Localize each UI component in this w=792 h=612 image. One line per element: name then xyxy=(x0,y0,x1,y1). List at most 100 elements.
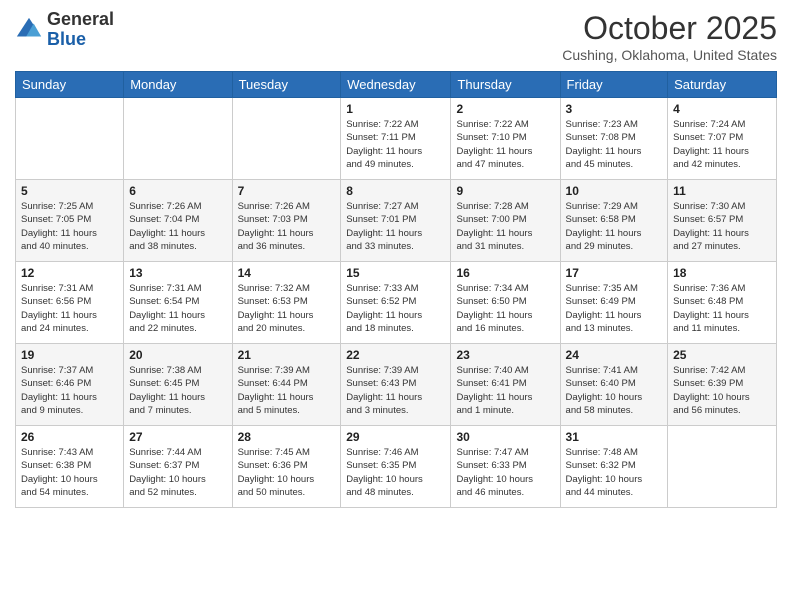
calendar-cell: 31 Sunrise: 7:48 AM Sunset: 6:32 PM Dayli… xyxy=(560,426,668,508)
day-number: 25 xyxy=(673,348,771,362)
day-number: 14 xyxy=(238,266,336,280)
calendar-cell: 8Sunrise: 7:27 AM Sunset: 7:01 PM Daylig… xyxy=(341,180,451,262)
calendar-week-2: 5 Sunrise: 7:25 AM Sunset: 7:05 PM Daylig… xyxy=(16,180,777,262)
day-info: Sunrise: 7:42 AM Sunset: 6:39 PM Dayligh… xyxy=(673,364,771,417)
calendar-cell: 9 Sunrise: 7:28 AM Sunset: 7:00 PM Daylig… xyxy=(451,180,560,262)
calendar-cell: 21Sunrise: 7:39 AM Sunset: 6:44 PM Dayli… xyxy=(232,344,341,426)
day-number: 9 xyxy=(456,184,554,198)
calendar-cell: 27 Sunrise: 7:44 AM Sunset: 6:37 PM Dayli… xyxy=(124,426,232,508)
logo: General Blue xyxy=(15,10,114,50)
calendar-header-row: SundayMondayTuesdayWednesdayThursdayFrid… xyxy=(16,72,777,98)
calendar-header-tuesday: Tuesday xyxy=(232,72,341,98)
day-number: 18 xyxy=(673,266,771,280)
day-info: Sunrise: 7:39 AM Sunset: 6:44 PM Dayligh… xyxy=(238,364,336,417)
calendar-cell: 1 Sunrise: 7:22 AM Sunset: 7:11 PM Daylig… xyxy=(341,98,451,180)
calendar-cell xyxy=(124,98,232,180)
calendar-cell xyxy=(16,98,124,180)
calendar-cell: 25 Sunrise: 7:42 AM Sunset: 6:39 PM Dayli… xyxy=(668,344,777,426)
day-number: 19 xyxy=(21,348,118,362)
day-info: Sunrise: 7:41 AM Sunset: 6:40 PM Dayligh… xyxy=(566,364,663,417)
day-number: 17 xyxy=(566,266,663,280)
day-info: Sunrise: 7:40 AM Sunset: 6:41 PM Dayligh… xyxy=(456,364,554,417)
day-number: 2 xyxy=(456,102,554,116)
calendar-cell: 6Sunrise: 7:26 AM Sunset: 7:04 PM Daylig… xyxy=(124,180,232,262)
day-info: Sunrise: 7:45 AM Sunset: 6:36 PM Dayligh… xyxy=(238,446,336,499)
calendar-header-friday: Friday xyxy=(560,72,668,98)
calendar-cell xyxy=(668,426,777,508)
day-info: Sunrise: 7:23 AM Sunset: 7:08 PM Dayligh… xyxy=(566,118,663,171)
title-block: October 2025 Cushing, Oklahoma, United S… xyxy=(562,10,777,63)
calendar-header-saturday: Saturday xyxy=(668,72,777,98)
logo-blue-text: Blue xyxy=(47,29,86,49)
day-info: Sunrise: 7:26 AM Sunset: 7:03 PM Dayligh… xyxy=(238,200,336,253)
day-info: Sunrise: 7:31 AM Sunset: 6:54 PM Dayligh… xyxy=(129,282,226,335)
calendar-cell: 18 Sunrise: 7:36 AM Sunset: 6:48 PM Dayli… xyxy=(668,262,777,344)
day-number: 1 xyxy=(346,102,445,116)
day-info: Sunrise: 7:22 AM Sunset: 7:10 PM Dayligh… xyxy=(456,118,554,171)
calendar-cell xyxy=(232,98,341,180)
calendar-header-thursday: Thursday xyxy=(451,72,560,98)
day-info: Sunrise: 7:31 AM Sunset: 6:56 PM Dayligh… xyxy=(21,282,118,335)
calendar-week-3: 12 Sunrise: 7:31 AM Sunset: 6:56 PM Dayli… xyxy=(16,262,777,344)
day-info: Sunrise: 7:24 AM Sunset: 7:07 PM Dayligh… xyxy=(673,118,771,171)
calendar-week-4: 19Sunrise: 7:37 AM Sunset: 6:46 PM Dayli… xyxy=(16,344,777,426)
day-number: 26 xyxy=(21,430,118,444)
calendar-cell: 29Sunrise: 7:46 AM Sunset: 6:35 PM Dayli… xyxy=(341,426,451,508)
day-info: Sunrise: 7:22 AM Sunset: 7:11 PM Dayligh… xyxy=(346,118,445,171)
page: General Blue October 2025 Cushing, Oklah… xyxy=(0,0,792,612)
calendar-header-wednesday: Wednesday xyxy=(341,72,451,98)
day-number: 31 xyxy=(566,430,663,444)
calendar-cell: 10 Sunrise: 7:29 AM Sunset: 6:58 PM Dayli… xyxy=(560,180,668,262)
calendar-cell: 16Sunrise: 7:34 AM Sunset: 6:50 PM Dayli… xyxy=(451,262,560,344)
day-number: 28 xyxy=(238,430,336,444)
logo-text: General Blue xyxy=(47,10,114,50)
day-number: 20 xyxy=(129,348,226,362)
day-info: Sunrise: 7:25 AM Sunset: 7:05 PM Dayligh… xyxy=(21,200,118,253)
calendar-cell: 13 Sunrise: 7:31 AM Sunset: 6:54 PM Dayli… xyxy=(124,262,232,344)
calendar-cell: 28 Sunrise: 7:45 AM Sunset: 6:36 PM Dayli… xyxy=(232,426,341,508)
day-number: 5 xyxy=(21,184,118,198)
day-info: Sunrise: 7:36 AM Sunset: 6:48 PM Dayligh… xyxy=(673,282,771,335)
day-number: 16 xyxy=(456,266,554,280)
calendar-cell: 11 Sunrise: 7:30 AM Sunset: 6:57 PM Dayli… xyxy=(668,180,777,262)
day-info: Sunrise: 7:30 AM Sunset: 6:57 PM Dayligh… xyxy=(673,200,771,253)
day-info: Sunrise: 7:39 AM Sunset: 6:43 PM Dayligh… xyxy=(346,364,445,417)
day-number: 13 xyxy=(129,266,226,280)
calendar-cell: 5 Sunrise: 7:25 AM Sunset: 7:05 PM Daylig… xyxy=(16,180,124,262)
day-info: Sunrise: 7:48 AM Sunset: 6:32 PM Dayligh… xyxy=(566,446,663,499)
day-number: 8 xyxy=(346,184,445,198)
day-number: 11 xyxy=(673,184,771,198)
day-number: 4 xyxy=(673,102,771,116)
calendar-week-1: 1 Sunrise: 7:22 AM Sunset: 7:11 PM Daylig… xyxy=(16,98,777,180)
calendar-cell: 12 Sunrise: 7:31 AM Sunset: 6:56 PM Dayli… xyxy=(16,262,124,344)
calendar-cell: 2 Sunrise: 7:22 AM Sunset: 7:10 PM Daylig… xyxy=(451,98,560,180)
day-info: Sunrise: 7:28 AM Sunset: 7:00 PM Dayligh… xyxy=(456,200,554,253)
day-number: 10 xyxy=(566,184,663,198)
calendar-cell: 24Sunrise: 7:41 AM Sunset: 6:40 PM Dayli… xyxy=(560,344,668,426)
day-number: 7 xyxy=(238,184,336,198)
day-number: 3 xyxy=(566,102,663,116)
day-info: Sunrise: 7:47 AM Sunset: 6:33 PM Dayligh… xyxy=(456,446,554,499)
calendar-cell: 17 Sunrise: 7:35 AM Sunset: 6:49 PM Dayli… xyxy=(560,262,668,344)
day-info: Sunrise: 7:35 AM Sunset: 6:49 PM Dayligh… xyxy=(566,282,663,335)
logo-general-text: General xyxy=(47,9,114,29)
calendar-cell: 3 Sunrise: 7:23 AM Sunset: 7:08 PM Daylig… xyxy=(560,98,668,180)
day-number: 12 xyxy=(21,266,118,280)
day-info: Sunrise: 7:43 AM Sunset: 6:38 PM Dayligh… xyxy=(21,446,118,499)
calendar-cell: 30Sunrise: 7:47 AM Sunset: 6:33 PM Dayli… xyxy=(451,426,560,508)
calendar-header-monday: Monday xyxy=(124,72,232,98)
header: General Blue October 2025 Cushing, Oklah… xyxy=(15,10,777,63)
day-number: 23 xyxy=(456,348,554,362)
day-info: Sunrise: 7:33 AM Sunset: 6:52 PM Dayligh… xyxy=(346,282,445,335)
day-info: Sunrise: 7:44 AM Sunset: 6:37 PM Dayligh… xyxy=(129,446,226,499)
day-number: 22 xyxy=(346,348,445,362)
day-info: Sunrise: 7:29 AM Sunset: 6:58 PM Dayligh… xyxy=(566,200,663,253)
calendar-cell: 26 Sunrise: 7:43 AM Sunset: 6:38 PM Dayli… xyxy=(16,426,124,508)
day-info: Sunrise: 7:32 AM Sunset: 6:53 PM Dayligh… xyxy=(238,282,336,335)
day-number: 27 xyxy=(129,430,226,444)
calendar-header-sunday: Sunday xyxy=(16,72,124,98)
calendar-cell: 20Sunrise: 7:38 AM Sunset: 6:45 PM Dayli… xyxy=(124,344,232,426)
calendar-cell: 4 Sunrise: 7:24 AM Sunset: 7:07 PM Daylig… xyxy=(668,98,777,180)
day-number: 15 xyxy=(346,266,445,280)
location: Cushing, Oklahoma, United States xyxy=(562,47,777,63)
